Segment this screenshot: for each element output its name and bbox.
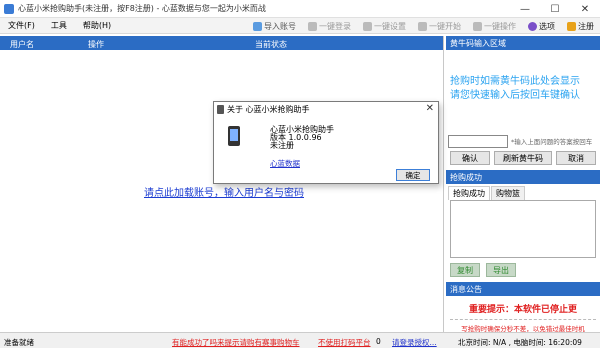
promo-link[interactable]: 有能成功了吗来提示请购有赛事购物车 [172, 337, 300, 348]
toolbar: 导入账号 一键登录 一键设置 一键开始 一键操作 选项 注册 [241, 18, 600, 34]
announcement-notice: 重要提示：本软件已停止更 [468, 305, 577, 315]
operate-label: 一键操作 [484, 21, 516, 31]
column-action[interactable]: 操作 [88, 39, 104, 50]
announcement-divider [450, 319, 596, 320]
about-dialog: 关于 心蓝小米抢购助手 ✕ 心蓝小米抢购助手 版本 1.0.0.96 未注册 心… [213, 101, 439, 184]
one-click-operate-button[interactable]: 一键操作 [473, 21, 516, 32]
one-click-start-button[interactable]: 一键开始 [418, 21, 461, 32]
column-status[interactable]: 当前状态 [255, 39, 287, 50]
tab-success[interactable]: 抢购成功 [448, 186, 490, 200]
refresh-code-button[interactable]: 刷新黄牛码 [494, 151, 552, 165]
close-button[interactable]: ✕ [570, 0, 600, 18]
register-label: 注册 [578, 21, 594, 31]
success-tabs: 抢购成功 购物篮 [446, 186, 600, 200]
login-icon [308, 21, 317, 31]
success-output[interactable] [450, 200, 596, 258]
import-accounts-button[interactable]: 导入账号 [253, 21, 296, 32]
captcha-input[interactable] [448, 134, 508, 148]
success-section-header: 抢购成功 [446, 170, 600, 184]
confirm-button[interactable]: 确认 [450, 151, 490, 165]
window-controls: — ☐ ✕ [510, 0, 600, 18]
login-label: 一键登录 [319, 21, 351, 31]
about-dialog-title: 关于 心蓝小米抢购助手 [227, 104, 310, 114]
accounts-pane: 用户名 操作 当前状态 请点此加载账号，输入用户名与密码 [0, 36, 444, 332]
success-buttons: 复制 导出 [446, 258, 600, 282]
cancel-button[interactable]: 取消 [556, 151, 596, 165]
phone-icon [228, 126, 240, 146]
start-icon [418, 21, 427, 31]
right-pane: 黄牛码输入区域 抢购时如需黄牛码此处会显示 请您快速输入后按回车键确认 *输入上… [446, 36, 600, 333]
copy-button[interactable]: 复制 [450, 263, 480, 277]
about-register-status: 未注册 [270, 141, 294, 150]
import-icon [253, 21, 262, 31]
menu-file[interactable]: 文件(F) [0, 20, 43, 31]
captcha-hint-line-1: 抢购时如需黄牛码此处会显示 [450, 76, 580, 87]
options-icon [528, 21, 537, 31]
clock-readout: 北京时间: N/A , 电脑时间: 16:20:09 [458, 338, 582, 347]
about-ok-button[interactable]: 确定 [396, 169, 430, 181]
captcha-section-header: 黄牛码输入区域 [446, 36, 600, 50]
phone-small-icon [217, 104, 224, 114]
settings-icon [363, 21, 372, 31]
captcha-buttons: 确认 刷新黄牛码 取消 [446, 148, 600, 168]
load-accounts-link[interactable]: 请点此加载账号，输入用户名与密码 [144, 184, 304, 199]
captcha-display: 抢购时如需黄牛码此处会显示 请您快速输入后按回车键确认 [446, 50, 600, 128]
options-label: 选项 [539, 21, 555, 31]
column-username[interactable]: 用户名 [10, 39, 34, 50]
export-button[interactable]: 导出 [486, 263, 516, 277]
app-icon [4, 3, 14, 14]
minimize-button[interactable]: — [510, 0, 540, 18]
one-click-login-button[interactable]: 一键登录 [308, 21, 351, 32]
about-dialog-close-button[interactable]: ✕ [426, 103, 434, 114]
about-dialog-titlebar: 关于 心蓝小米抢购助手 [214, 102, 438, 116]
settings-label: 一键设置 [374, 21, 406, 31]
status-bar: 准备就绪 有能成功了吗来提示请购有赛事购物车 不使用打码平台 0 请登录授权..… [0, 332, 600, 348]
announcement-header: 消息公告 [446, 282, 600, 296]
menu-tools[interactable]: 工具 [43, 20, 75, 31]
status-counter: 0 [376, 337, 381, 346]
login-auth-link[interactable]: 请登录授权... [392, 337, 437, 348]
no-captcha-platform-link[interactable]: 不使用打码平台 [318, 337, 371, 348]
operate-icon [473, 21, 482, 31]
menu-help[interactable]: 帮助(H) [75, 20, 119, 31]
options-button[interactable]: 选项 [528, 21, 555, 32]
about-website-link[interactable]: 心蓝数据 [270, 158, 300, 169]
maximize-button[interactable]: ☐ [540, 0, 570, 18]
import-label: 导入账号 [264, 21, 296, 31]
start-label: 一键开始 [429, 21, 461, 31]
captcha-input-hint: *输入上面问题的答案按回车 [511, 138, 593, 146]
captcha-hint-line-2: 请您快速输入后按回车键确认 [450, 90, 580, 101]
about-info: 心蓝小米抢购助手 版本 1.0.0.96 未注册 [270, 126, 334, 150]
title-bar: 心蓝小米抢购助手(未注册，按F8注册) - 心蓝数据与您一起为小米而战 — ☐ … [0, 0, 600, 18]
tab-basket[interactable]: 购物篮 [491, 186, 525, 200]
window-title: 心蓝小米抢购助手(未注册，按F8注册) - 心蓝数据与您一起为小米而战 [18, 4, 266, 13]
status-ready: 准备就绪 [4, 338, 34, 347]
one-click-settings-button[interactable]: 一键设置 [363, 21, 406, 32]
register-button[interactable]: 注册 [567, 21, 594, 32]
accounts-grid-header: 用户名 操作 当前状态 [0, 36, 443, 50]
register-icon [567, 21, 576, 31]
menu-bar: 文件(F) 工具 帮助(H) 导入账号 一键登录 一键设置 一键开始 一键操作 … [0, 18, 600, 34]
captcha-input-row: *输入上面问题的答案按回车 [446, 134, 600, 148]
